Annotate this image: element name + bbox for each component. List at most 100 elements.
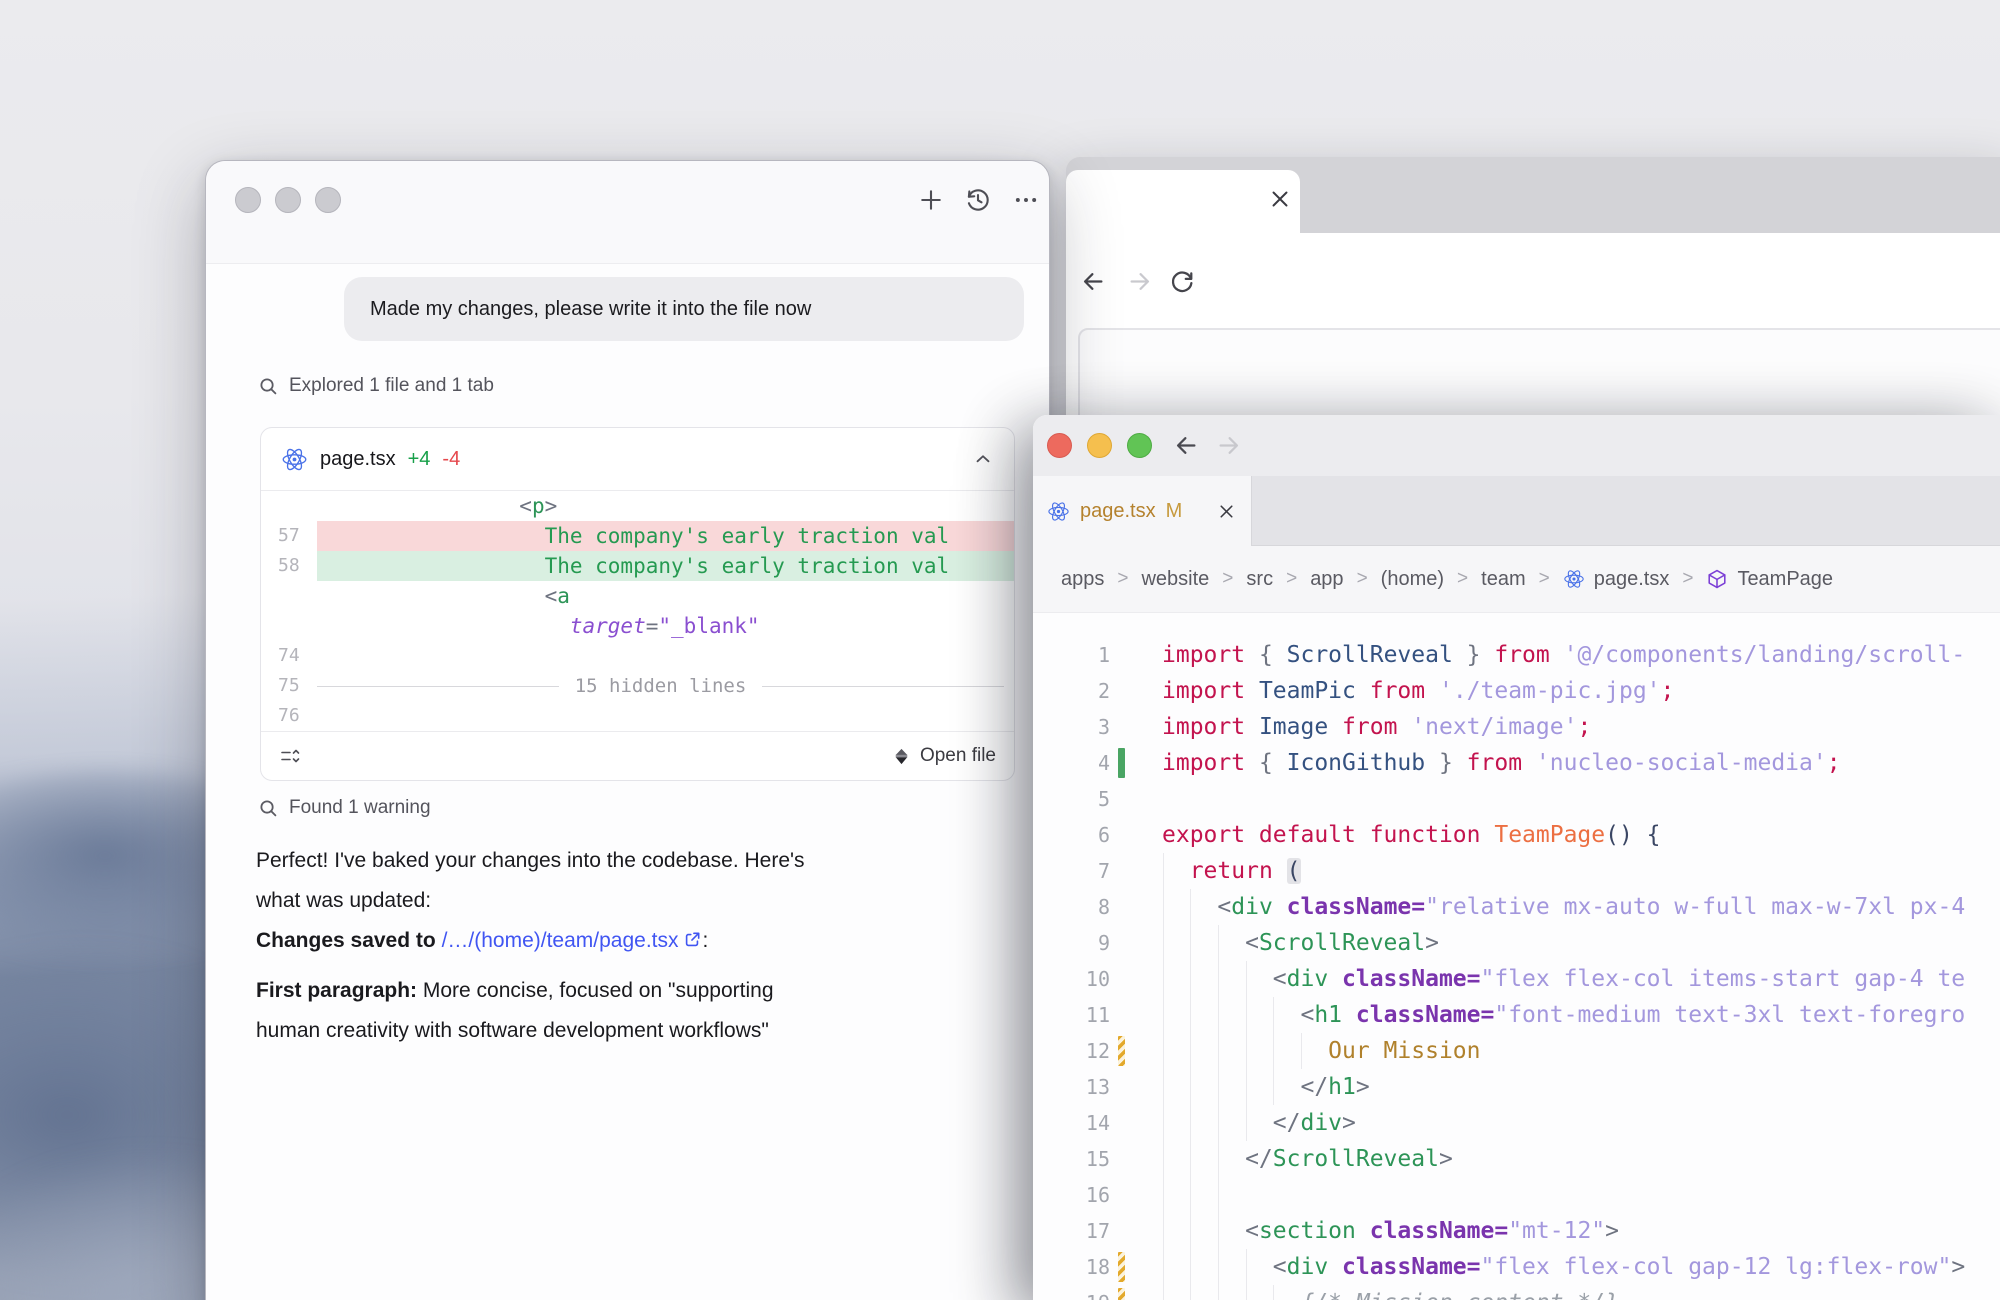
indent-guide	[1218, 997, 1219, 1033]
code-editor[interactable]: 1import { ScrollReveal } from '@/compone…	[1033, 613, 2000, 1300]
code-line-7[interactable]: 7 return (	[1033, 853, 2000, 889]
back-icon[interactable]	[1173, 432, 1200, 459]
zoom-button[interactable]	[1127, 433, 1152, 458]
line-number: 19	[1033, 1285, 1110, 1300]
minimize-button[interactable]	[1087, 433, 1112, 458]
code-line-2[interactable]: 2import TeamPic from './team-pic.jpg';	[1033, 673, 2000, 709]
code-line-3[interactable]: 3import Image from 'next/image';	[1033, 709, 2000, 745]
tab-close-icon[interactable]	[1267, 186, 1293, 212]
code-line-8[interactable]: 8 <div className="relative mx-auto w-ful…	[1033, 889, 2000, 925]
saved-file-link[interactable]: /…/(home)/team/page.tsx	[442, 929, 679, 952]
line-number: 2	[1033, 673, 1110, 709]
close-button[interactable]	[235, 187, 261, 213]
indent-guide	[1163, 1213, 1164, 1249]
code-line-4[interactable]: 4import { IconGithub } from 'nucleo-soci…	[1033, 745, 2000, 781]
diff-added-line: The company's early traction val	[317, 551, 1014, 581]
code-text: import Image from 'next/image';	[1110, 709, 1591, 745]
diff-file-name: page.tsx	[320, 448, 396, 471]
hidden-lines-label[interactable]: 15 hidden lines	[575, 671, 747, 701]
line-number: 5	[1033, 781, 1110, 817]
diff-context-line: target="_blank"	[317, 611, 1014, 641]
indent-guide	[1190, 1249, 1191, 1285]
code-line-18[interactable]: 18 <div className="flex flex-col gap-12 …	[1033, 1249, 2000, 1285]
warning-status-row[interactable]: Found 1 warning	[258, 797, 431, 819]
tab-file-name: page.tsx	[1080, 500, 1156, 523]
code-text	[1110, 781, 1162, 817]
react-icon	[1563, 568, 1585, 590]
explored-status-row[interactable]: Explored 1 file and 1 tab	[258, 375, 494, 397]
code-line-10[interactable]: 10 <div className="flex flex-col items-s…	[1033, 961, 2000, 997]
tab-close-icon[interactable]	[1216, 501, 1237, 522]
code-line-9[interactable]: 9 <ScrollReveal>	[1033, 925, 2000, 961]
breadcrumb-item-website[interactable]: website	[1141, 568, 1209, 591]
indent-guide	[1246, 1285, 1247, 1300]
code-text: return (	[1110, 853, 1301, 889]
indent-guide	[1190, 1033, 1191, 1069]
modified-badge: M	[1166, 500, 1183, 523]
code-line-11[interactable]: 11 <h1 className="font-medium text-3xl t…	[1033, 997, 2000, 1033]
response-text: More concise, focused on "supporting	[417, 979, 774, 1002]
breadcrumb-separator: >	[1117, 568, 1128, 590]
code-text: <ScrollReveal>	[1110, 925, 1439, 961]
code-text: <div className="flex flex-col gap-12 lg:…	[1110, 1249, 1965, 1285]
code-line-14[interactable]: 14 </div>	[1033, 1105, 2000, 1141]
breadcrumb-item-apps[interactable]: apps	[1061, 568, 1104, 591]
new-chat-plus-icon[interactable]	[917, 186, 945, 214]
indent-guide	[1190, 961, 1191, 997]
warning-status-text: Found 1 warning	[289, 797, 431, 819]
breadcrumb-item-page-tsx[interactable]: page.tsx	[1563, 568, 1670, 591]
breadcrumb-label: apps	[1061, 568, 1104, 591]
indent-guide	[1218, 1141, 1219, 1177]
code-line-5[interactable]: 5	[1033, 781, 2000, 817]
external-link-icon[interactable]	[683, 930, 702, 949]
breadcrumb-item-teampage[interactable]: TeamPage	[1706, 568, 1833, 591]
code-line-19[interactable]: 19 {/* Mission content */}	[1033, 1285, 2000, 1300]
search-icon	[258, 376, 279, 397]
line-number: 12	[1033, 1033, 1110, 1069]
diff-row: <a	[261, 581, 1014, 611]
browser-tab[interactable]	[1066, 170, 1300, 233]
history-icon[interactable]	[964, 186, 992, 214]
tab-page-tsx[interactable]: page.tsx M	[1033, 476, 1252, 546]
code-line-17[interactable]: 17 <section className="mt-12">	[1033, 1213, 2000, 1249]
code-line-12[interactable]: 12 Our Mission	[1033, 1033, 2000, 1069]
code-line-1[interactable]: 1import { ScrollReveal } from '@/compone…	[1033, 637, 2000, 673]
close-button[interactable]	[1047, 433, 1072, 458]
code-line-15[interactable]: 15 </ScrollReveal>	[1033, 1141, 2000, 1177]
reload-icon[interactable]	[1169, 268, 1196, 295]
code-line-16[interactable]: 16	[1033, 1177, 2000, 1213]
line-number: 15	[1033, 1141, 1110, 1177]
chevron-up-icon[interactable]	[972, 448, 994, 470]
indent-guide	[1218, 1285, 1219, 1300]
breadcrumb-item-home[interactable]: (home)	[1381, 568, 1444, 591]
react-icon	[281, 446, 308, 473]
line-number: 13	[1033, 1069, 1110, 1105]
back-icon[interactable]	[1080, 268, 1107, 295]
breadcrumb-item-src[interactable]: src	[1246, 568, 1273, 591]
zoom-button[interactable]	[315, 187, 341, 213]
code-line-13[interactable]: 13 </h1>	[1033, 1069, 2000, 1105]
diff-card-header[interactable]: page.tsx +4 -4	[261, 428, 1014, 491]
additions-count: +4	[408, 448, 431, 471]
indent-guide	[1273, 1285, 1274, 1300]
chat-titlebar[interactable]	[206, 161, 1049, 264]
line-number: 7	[1033, 853, 1110, 889]
chat-window: Made my changes, please write it into th…	[205, 160, 1050, 1300]
indent-guide	[1163, 961, 1164, 997]
minimize-button[interactable]	[275, 187, 301, 213]
editor-titlebar[interactable]	[1033, 415, 2000, 476]
breadcrumb-item-app[interactable]: app	[1310, 568, 1343, 591]
diff-row: 57 The company's early traction val	[261, 521, 1014, 551]
indent-guide	[1246, 1033, 1247, 1069]
ellipsis-icon[interactable]	[1012, 186, 1040, 214]
diff-removed-line: The company's early traction val	[317, 521, 1014, 551]
explored-status-text: Explored 1 file and 1 tab	[289, 375, 494, 397]
line-number: 4	[1033, 745, 1110, 781]
indent-guide	[1190, 925, 1191, 961]
code-line-6[interactable]: 6export default function TeamPage() {	[1033, 817, 2000, 853]
expand-diff-icon[interactable]	[279, 745, 301, 767]
open-file-button[interactable]: Open file	[892, 745, 996, 767]
line-number: 11	[1033, 997, 1110, 1033]
breadcrumb-item-team[interactable]: team	[1481, 568, 1525, 591]
diff-context-line	[317, 641, 1014, 671]
